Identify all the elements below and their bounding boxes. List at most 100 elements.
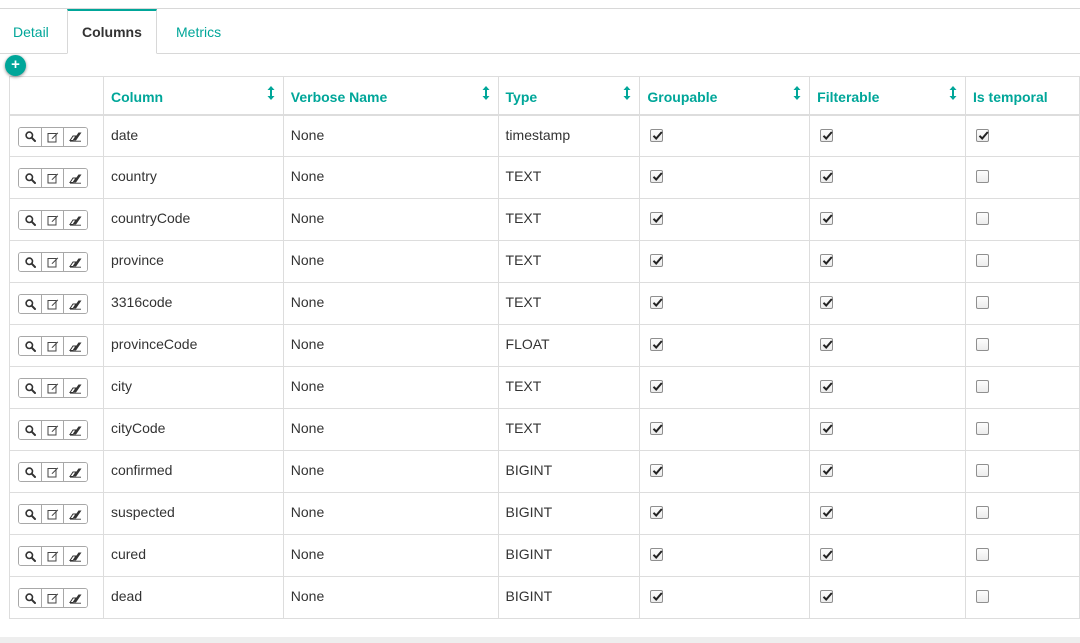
- table-row: suspected None BIGINT: [9, 492, 1080, 535]
- is-temporal-checkbox[interactable]: [975, 254, 989, 267]
- table-row: date None timestamp: [9, 114, 1080, 157]
- header-filterable[interactable]: Filterable: [809, 76, 966, 116]
- show-button[interactable]: [19, 379, 41, 397]
- filterable-checkbox[interactable]: [820, 212, 834, 225]
- eraser-icon: [69, 425, 82, 436]
- is-temporal-checkbox[interactable]: [975, 338, 989, 351]
- edit-button[interactable]: [41, 547, 63, 565]
- delete-button[interactable]: [63, 589, 87, 607]
- edit-button[interactable]: [41, 295, 63, 313]
- edit-button[interactable]: [41, 463, 63, 481]
- show-button[interactable]: [19, 463, 41, 481]
- sort-icon[interactable]: [267, 85, 275, 101]
- show-button[interactable]: [19, 547, 41, 565]
- is-temporal-checkbox[interactable]: [975, 590, 989, 603]
- show-button[interactable]: [19, 253, 41, 271]
- edit-button[interactable]: [41, 589, 63, 607]
- edit-button[interactable]: [41, 379, 63, 397]
- groupable-checkbox[interactable]: [650, 296, 664, 309]
- delete-button[interactable]: [63, 127, 87, 146]
- cell-groupable: [639, 492, 811, 535]
- cell-verbose-name: None: [282, 534, 499, 577]
- groupable-checkbox[interactable]: [650, 254, 664, 267]
- filterable-checkbox[interactable]: [820, 254, 834, 267]
- tab-detail[interactable]: Detail: [0, 9, 62, 53]
- filterable-checkbox[interactable]: [820, 422, 834, 435]
- delete-button[interactable]: [63, 379, 87, 397]
- cell-filterable: [809, 492, 966, 535]
- header-groupable[interactable]: Groupable: [639, 76, 811, 116]
- groupable-checkbox[interactable]: [650, 212, 664, 225]
- groupable-checkbox[interactable]: [650, 548, 664, 561]
- is-temporal-checkbox[interactable]: [975, 506, 989, 519]
- sort-icon[interactable]: [623, 85, 631, 101]
- filterable-checkbox[interactable]: [820, 506, 834, 519]
- filterable-checkbox[interactable]: [820, 296, 834, 309]
- sort-icon[interactable]: [949, 85, 957, 101]
- groupable-checkbox[interactable]: [650, 590, 664, 603]
- show-button[interactable]: [19, 505, 41, 523]
- groupable-checkbox[interactable]: [650, 422, 664, 435]
- show-button[interactable]: [19, 421, 41, 439]
- edit-button[interactable]: [41, 253, 63, 271]
- tab-metrics[interactable]: Metrics: [163, 9, 234, 53]
- delete-button[interactable]: [63, 505, 87, 523]
- delete-button[interactable]: [63, 337, 87, 355]
- filterable-checkbox[interactable]: [820, 338, 834, 351]
- cell-verbose-name: None: [282, 576, 499, 619]
- is-temporal-checkbox[interactable]: [975, 212, 989, 225]
- sort-icon[interactable]: [482, 85, 490, 101]
- groupable-checkbox[interactable]: [650, 128, 664, 142]
- is-temporal-checkbox[interactable]: [975, 464, 989, 477]
- show-button[interactable]: [19, 589, 41, 607]
- edit-icon: [47, 172, 59, 184]
- header-verbose-name[interactable]: Verbose Name: [282, 76, 499, 116]
- cell-is-temporal: [964, 324, 1080, 367]
- edit-button[interactable]: [41, 337, 63, 355]
- filterable-checkbox[interactable]: [820, 464, 834, 477]
- groupable-checkbox[interactable]: [650, 380, 664, 393]
- header-is-temporal[interactable]: Is temporal: [964, 76, 1080, 116]
- filterable-checkbox[interactable]: [820, 170, 834, 183]
- edit-button[interactable]: [41, 169, 63, 187]
- show-button[interactable]: [19, 169, 41, 187]
- groupable-checkbox[interactable]: [650, 464, 664, 477]
- show-button[interactable]: [19, 127, 41, 146]
- edit-button[interactable]: [41, 127, 63, 146]
- table-row: country None TEXT: [9, 156, 1080, 199]
- show-button[interactable]: [19, 211, 41, 229]
- header-type[interactable]: Type: [497, 76, 641, 116]
- delete-button[interactable]: [63, 253, 87, 271]
- tab-columns[interactable]: Columns: [67, 9, 157, 54]
- delete-button[interactable]: [63, 463, 87, 481]
- edit-button[interactable]: [41, 421, 63, 439]
- is-temporal-checkbox[interactable]: [975, 128, 989, 142]
- is-temporal-checkbox[interactable]: [975, 422, 989, 435]
- edit-button[interactable]: [41, 211, 63, 229]
- sort-icon[interactable]: [793, 85, 801, 101]
- delete-button[interactable]: [63, 295, 87, 313]
- header-column[interactable]: Column: [102, 76, 284, 116]
- filterable-checkbox[interactable]: [820, 590, 834, 603]
- delete-button[interactable]: [63, 547, 87, 565]
- filterable-checkbox[interactable]: [820, 548, 834, 561]
- cell-is-temporal: [964, 114, 1080, 157]
- edit-button[interactable]: [41, 505, 63, 523]
- groupable-checkbox[interactable]: [650, 506, 664, 519]
- edit-icon: [47, 131, 59, 143]
- groupable-checkbox[interactable]: [650, 170, 664, 183]
- filterable-checkbox[interactable]: [820, 380, 834, 393]
- delete-button[interactable]: [63, 211, 87, 229]
- is-temporal-checkbox[interactable]: [975, 296, 989, 309]
- groupable-checkbox[interactable]: [650, 338, 664, 351]
- is-temporal-checkbox[interactable]: [975, 548, 989, 561]
- filterable-checkbox[interactable]: [820, 128, 834, 142]
- is-temporal-checkbox[interactable]: [975, 170, 989, 183]
- show-button[interactable]: [19, 295, 41, 313]
- delete-button[interactable]: [63, 421, 87, 439]
- add-column-button[interactable]: +: [5, 55, 26, 76]
- cell-verbose-name: None: [282, 408, 499, 451]
- delete-button[interactable]: [63, 169, 87, 187]
- show-button[interactable]: [19, 337, 41, 355]
- is-temporal-checkbox[interactable]: [975, 380, 989, 393]
